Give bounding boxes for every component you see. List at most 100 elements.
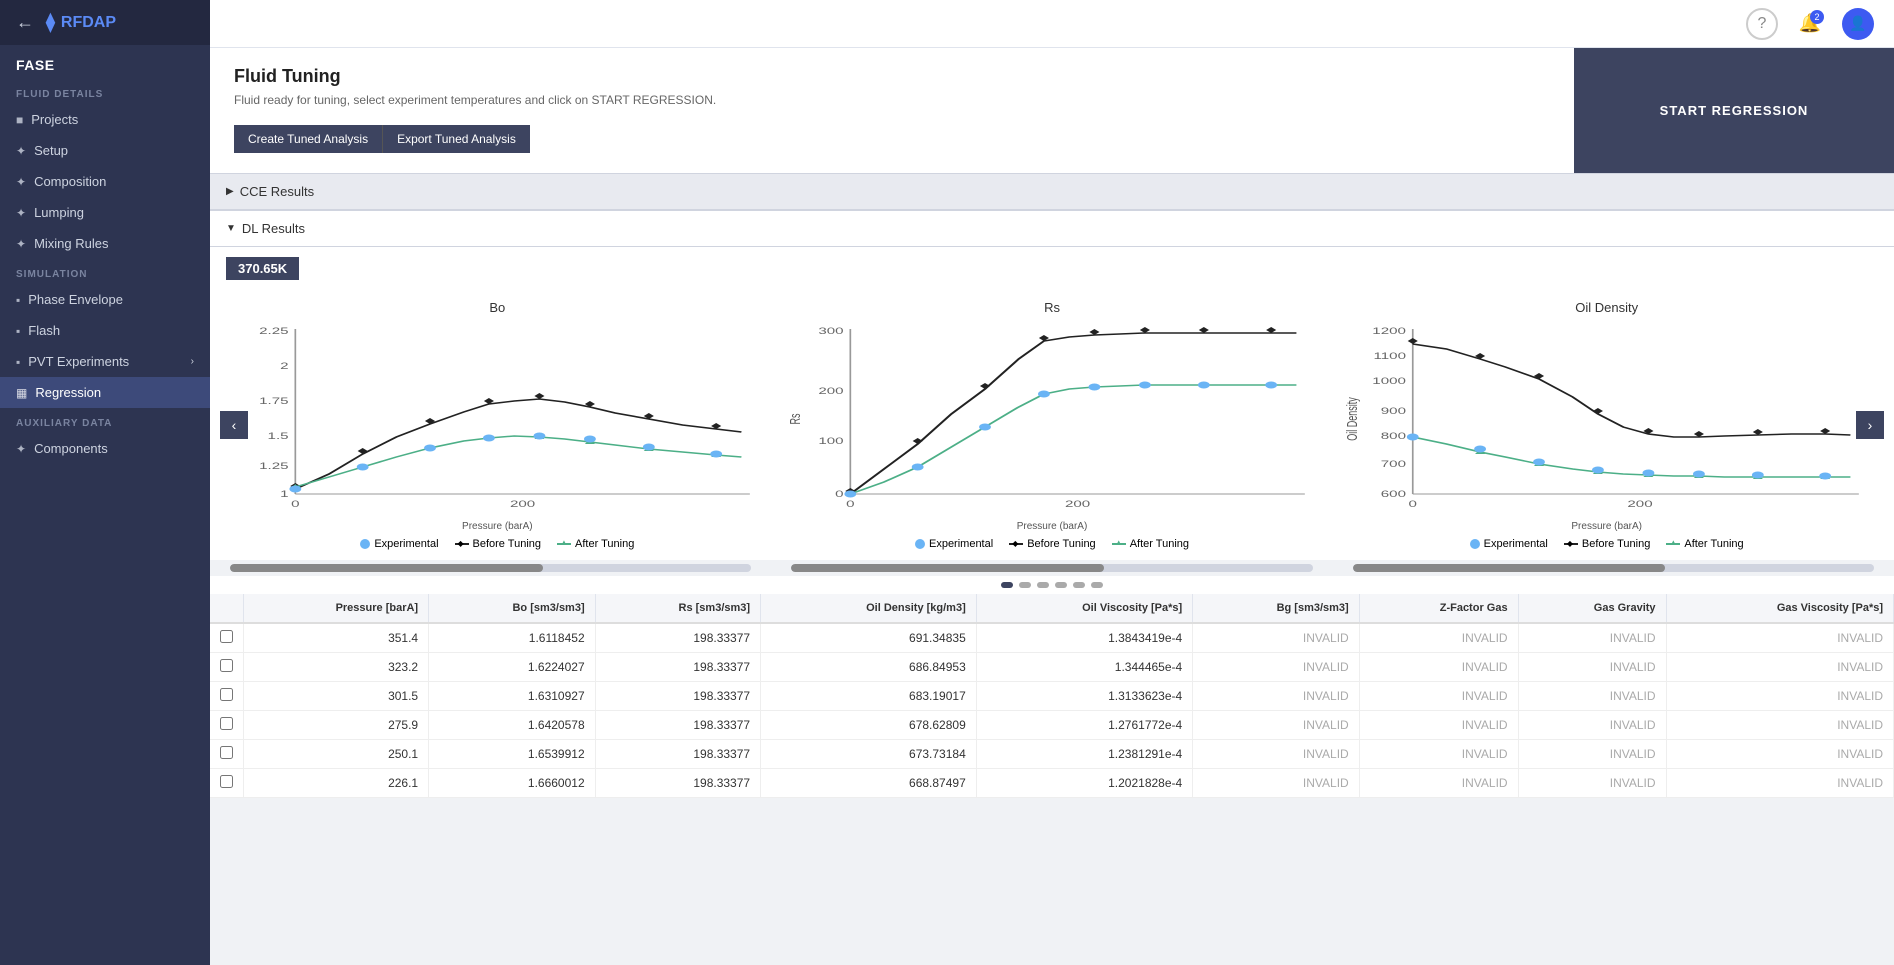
chart-right-arrow-button[interactable]: › (1856, 411, 1884, 439)
row-bg-2: INVALID (1193, 682, 1360, 711)
svg-text:0: 0 (846, 499, 855, 509)
table-row: 275.9 1.6420578 198.33377 678.62809 1.27… (210, 711, 1894, 740)
row-z-factor-5: INVALID (1359, 769, 1518, 798)
row-oil-viscosity-0: 1.3843419e-4 (976, 623, 1192, 653)
sidebar-item-composition[interactable]: ✦ Composition (0, 166, 210, 197)
row-oil-density-3: 678.62809 (761, 711, 977, 740)
sidebar-item-flash[interactable]: ▪ Flash (0, 315, 210, 346)
sidebar-item-lumping[interactable]: ✦ Lumping (0, 197, 210, 228)
svg-text:0: 0 (1409, 499, 1418, 509)
row-bo-3: 1.6420578 (429, 711, 596, 740)
row-bo-4: 1.6539912 (429, 740, 596, 769)
dl-value-badge: 370.65K (210, 247, 1894, 290)
scrollbar-thumb-2[interactable] (791, 564, 1104, 572)
projects-icon: ■ (16, 113, 23, 127)
help-button[interactable]: ? (1746, 8, 1778, 40)
row-pressure-4: 250.1 (244, 740, 429, 769)
create-tuned-analysis-button[interactable]: Create Tuned Analysis (234, 125, 383, 153)
pagination-dot-1[interactable] (1001, 582, 1013, 588)
after-label-od: After Tuning (1684, 538, 1743, 550)
start-regression-button[interactable]: START REGRESSION (1620, 93, 1849, 128)
pagination-dot-6[interactable] (1091, 582, 1103, 588)
sidebar-item-phase-envelope[interactable]: ▪ Phase Envelope (0, 284, 210, 315)
row-bg-0: INVALID (1193, 623, 1360, 653)
row-pressure-3: 275.9 (244, 711, 429, 740)
col-header-oil-density: Oil Density [kg/m3] (761, 594, 977, 623)
rs-chart: Rs 300 200 100 0 0 200 Rs (775, 290, 1330, 560)
cce-results-label: CCE Results (240, 184, 314, 199)
pagination-dot-5[interactable] (1073, 582, 1085, 588)
row-pressure-0: 351.4 (244, 623, 429, 653)
row-bg-3: INVALID (1193, 711, 1360, 740)
svg-text:200: 200 (1628, 499, 1653, 509)
row-gas-gravity-2: INVALID (1518, 682, 1666, 711)
sidebar-item-mixing-rules[interactable]: ✦ Mixing Rules (0, 228, 210, 259)
flash-icon: ▪ (16, 324, 20, 338)
row-gas-viscosity-2: INVALID (1666, 682, 1893, 711)
user-avatar[interactable]: 👤 (1842, 8, 1874, 40)
sidebar-item-label: Projects (31, 112, 78, 127)
legend-experimental: Experimental (360, 538, 438, 550)
back-button[interactable]: ← (16, 12, 34, 33)
svg-text:0: 0 (291, 499, 300, 509)
svg-text:200: 200 (818, 386, 843, 396)
svg-text:1.75: 1.75 (259, 396, 289, 406)
row-checkbox-4[interactable] (210, 740, 244, 769)
legend-before-od: ◆ Before Tuning (1564, 538, 1651, 550)
col-header-z-factor: Z-Factor Gas (1359, 594, 1518, 623)
svg-text:100: 100 (818, 436, 843, 446)
pagination-dot-4[interactable] (1055, 582, 1067, 588)
sidebar-item-components[interactable]: ✦ Components (0, 433, 210, 464)
dl-results-section[interactable]: ▼ DL Results (210, 210, 1894, 247)
sidebar-item-pvt-experiments[interactable]: ▪ PVT Experiments › (0, 346, 210, 377)
top-bar: ? 🔔 2 👤 (210, 0, 1894, 48)
row-z-factor-0: INVALID (1359, 623, 1518, 653)
data-table-wrapper: Pressure [barA] Bo [sm3/sm3] Rs [sm3/sm3… (210, 594, 1894, 798)
sidebar-item-setup[interactable]: ✦ Setup (0, 135, 210, 166)
notifications-button[interactable]: 🔔 2 (1794, 8, 1826, 40)
after-tuning-legend-line: ▲ (557, 543, 571, 545)
row-checkbox-0[interactable] (210, 623, 244, 653)
scrollbar-thumb-3[interactable] (1353, 564, 1666, 572)
oil-density-chart-title: Oil Density (1337, 300, 1876, 315)
bo-chart-legend: Experimental ◆ Before Tuning ▲ (228, 538, 767, 550)
sidebar-item-regression[interactable]: ▦ Regression (0, 377, 210, 408)
project-name: FASE (0, 45, 210, 79)
table-row: 351.4 1.6118452 198.33377 691.34835 1.38… (210, 623, 1894, 653)
lumping-icon: ✦ (16, 206, 26, 220)
svg-text:1: 1 (280, 489, 289, 499)
row-oil-density-4: 673.73184 (761, 740, 977, 769)
col-header-check (210, 594, 244, 623)
logo-text: RFDAP (61, 14, 116, 32)
legend-after-rs: ▲ After Tuning (1112, 538, 1189, 550)
sidebar: ← ⧫ RFDAP FASE FLUID DETAILS ■ Projects … (0, 0, 210, 965)
svg-text:2: 2 (280, 361, 289, 371)
row-checkbox-1[interactable] (210, 653, 244, 682)
row-oil-viscosity-3: 1.2761772e-4 (976, 711, 1192, 740)
scrollbar-track-3[interactable] (1353, 564, 1874, 572)
sidebar-item-projects[interactable]: ■ Projects (0, 104, 210, 135)
row-bo-0: 1.6118452 (429, 623, 596, 653)
row-rs-2: 198.33377 (595, 682, 760, 711)
exp-label-od: Experimental (1484, 538, 1548, 550)
sidebar-item-label: Phase Envelope (28, 292, 123, 307)
col-header-oil-viscosity: Oil Viscosity [Pa*s] (976, 594, 1192, 623)
pvt-icon: ▪ (16, 355, 20, 369)
export-tuned-analysis-button[interactable]: Export Tuned Analysis (383, 125, 530, 153)
scrollbar-thumb-1[interactable] (230, 564, 543, 572)
components-icon: ✦ (16, 442, 26, 456)
pagination-dot-2[interactable] (1019, 582, 1031, 588)
cce-results-section[interactable]: ▶ CCE Results (210, 173, 1894, 210)
row-checkbox-5[interactable] (210, 769, 244, 798)
exp-label-rs: Experimental (929, 538, 993, 550)
fluid-details-label: FLUID DETAILS (0, 79, 210, 104)
row-checkbox-2[interactable] (210, 682, 244, 711)
after-label-rs: After Tuning (1130, 538, 1189, 550)
pagination-dot-3[interactable] (1037, 582, 1049, 588)
cce-arrow-icon: ▶ (226, 186, 234, 197)
scrollbar-track-1[interactable] (230, 564, 751, 572)
row-checkbox-3[interactable] (210, 711, 244, 740)
chart-left-arrow-button[interactable]: ‹ (220, 411, 248, 439)
expand-icon: › (191, 356, 194, 367)
scrollbar-track-2[interactable] (791, 564, 1312, 572)
